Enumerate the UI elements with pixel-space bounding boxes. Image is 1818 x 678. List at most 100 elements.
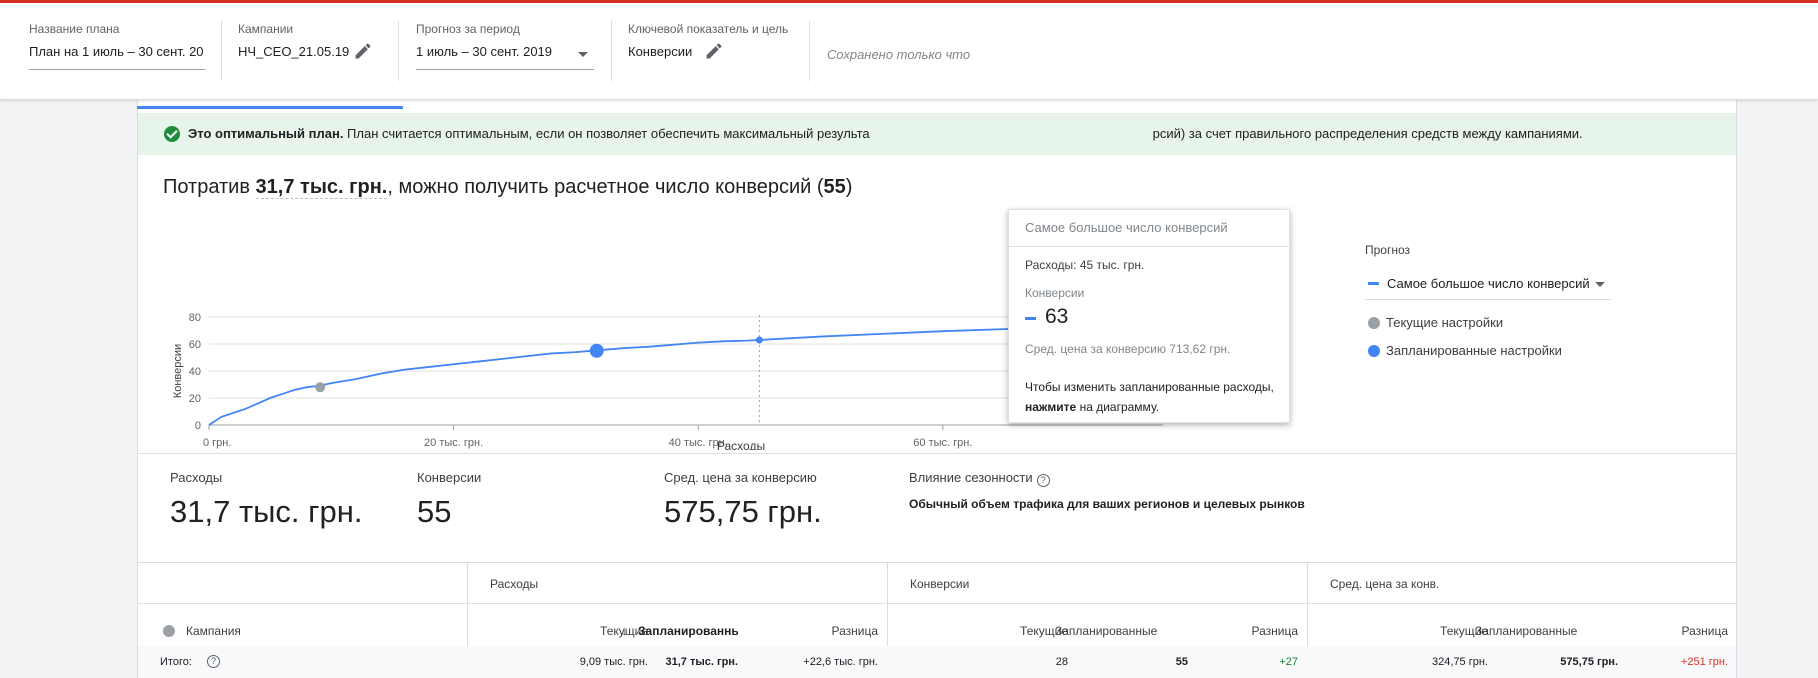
x-tick-label: 0 грн. (203, 437, 231, 449)
period-label: Прогноз за период (416, 22, 520, 36)
plan-name-input[interactable]: План на 1 июль – 30 сент. 20 (29, 44, 205, 59)
legend-planned-label: Запланированные настройки (1386, 343, 1562, 358)
total-conv-planned: 55 (1175, 656, 1188, 668)
legend-item-planned: Запланированные настройки (1368, 343, 1562, 358)
col-campaign-header[interactable]: Кампания (186, 624, 241, 638)
chart-legend: Прогноз Самое большое число конверсий Те… (1365, 243, 1625, 363)
tooltip-conversions-label: Конверсии (1025, 286, 1085, 300)
tooltip-hint: Чтобы изменить запланированные расходы, … (1025, 377, 1275, 417)
col-spend-diff[interactable]: Разница (798, 624, 878, 638)
col-spend-planned[interactable]: Запланированные (638, 624, 738, 638)
total-spend-diff: +22,6 тыс. грн. (803, 656, 878, 668)
tooltip-title: Самое большое число конверсий (1025, 220, 1228, 235)
edit-campaigns-pencil-icon[interactable] (353, 41, 373, 61)
saved-status: Сохранено только что (827, 47, 971, 62)
seasonality-info: Влияние сезонности? Обычный объем трафик… (909, 470, 1305, 511)
plan-name-underline (29, 69, 205, 70)
y-tick-label: 80 (189, 312, 201, 324)
banner-body-tail: рсий) за счет правильного распределения … (1152, 126, 1583, 141)
y-tick-label: 0 (195, 420, 201, 432)
help-icon[interactable]: ? (1036, 474, 1050, 487)
tooltip-hint-bold: нажмите (1025, 400, 1077, 414)
group-cpa-header: Сред. цена за конв. (1330, 577, 1440, 591)
stat-cpa-label: Сред. цена за конверсию (664, 470, 817, 485)
tooltip-hint-prefix: Чтобы изменить запланированные расходы, (1025, 380, 1274, 394)
chevron-down-icon[interactable] (1595, 282, 1605, 287)
y-tick-label: 40 (189, 366, 201, 378)
headline-conversions: 55 (823, 176, 846, 198)
stat-cpa-value: 575,75 грн. (664, 494, 822, 529)
header-divider (611, 21, 612, 81)
check-circle-icon (164, 126, 180, 142)
stat-conversions-label: Конверсии (417, 470, 482, 485)
banner-bold: Это оптимальный план. (188, 126, 344, 141)
stat-cpa: Сред. цена за конверсию 575,75 грн. (664, 470, 822, 530)
y-tick-label: 60 (189, 339, 201, 351)
stat-spend: Расходы 31,7 тыс. грн. (170, 470, 362, 530)
blue-dot-icon (1368, 345, 1380, 357)
tooltip-conversions-value: 63 (1045, 305, 1069, 328)
forecast-headline: Потратив 31,7 тыс. грн., можно получить … (163, 176, 852, 199)
legend-item-current: Текущие настройки (1368, 315, 1503, 330)
kpi-value: Конверсии (628, 44, 693, 59)
total-conv-current: 28 (1055, 656, 1068, 668)
total-label: Итого: (160, 656, 192, 668)
status-dot-icon (163, 625, 175, 637)
headline-middle: , можно получить расчетное число конверс… (387, 176, 824, 198)
sort-arrow-down-icon[interactable]: ↓ (621, 623, 628, 638)
stat-spend-value: 31,7 тыс. грн. (170, 494, 363, 529)
stat-conversions-value: 55 (417, 494, 452, 529)
col-conv-diff[interactable]: Разница (1218, 624, 1298, 638)
help-icon[interactable]: ? (207, 655, 220, 668)
x-tick-label: 20 тыс. грн. (424, 437, 483, 449)
campaign-table: Расходы Конверсии Сред. цена за конв. Ка… (138, 562, 1736, 678)
forecast-type-value: Самое большое число конверсий (1387, 276, 1590, 291)
headline-spend: 31,7 тыс. грн. (255, 176, 388, 199)
header-divider (809, 21, 810, 81)
tooltip-divider (1009, 246, 1291, 247)
plan-card: Это оптимальный план. План считается опт… (137, 100, 1737, 678)
col-spend-current[interactable]: Текущие (568, 624, 648, 638)
total-row: Итого: ? 9,09 тыс. грн. 31,7 тыс. грн. +… (138, 646, 1736, 678)
edit-kpi-pencil-icon[interactable] (704, 41, 724, 61)
total-cpa-current: 324,75 грн. (1432, 656, 1488, 668)
col-cpa-diff[interactable]: Разница (1648, 624, 1728, 638)
group-spend-header: Расходы (490, 577, 539, 591)
col-cpa-planned[interactable]: Запланированные (1475, 624, 1577, 638)
series-line-icon (1368, 282, 1379, 285)
campaigns-field: Кампании НЧ_СЕО_21.05.19 (238, 3, 398, 100)
optimal-plan-banner: Это оптимальный план. План считается опт… (138, 113, 1736, 155)
seasonality-title: Влияние сезонности? (909, 470, 1305, 487)
period-chevron-down-icon[interactable] (578, 52, 588, 57)
x-axis-title: Расходы (717, 439, 765, 450)
legend-current-label: Текущие настройки (1386, 315, 1504, 330)
stat-spend-label: Расходы (170, 470, 223, 485)
banner-text: Это оптимальный план. План считается опт… (188, 126, 1583, 141)
current-settings-point[interactable] (315, 382, 326, 393)
campaigns-value: НЧ_СЕО_21.05.19 (238, 44, 350, 59)
active-tab-indicator (137, 106, 403, 109)
grey-dot-icon (1368, 317, 1380, 329)
period-value: 1 июль – 30 сент. 2019 (416, 44, 553, 59)
seasonality-description: Обычный объем трафика для ваших регионов… (909, 497, 1305, 511)
period-select[interactable]: Прогноз за период 1 июль – 30 сент. 2019 (416, 3, 596, 100)
row-divider (138, 603, 1736, 604)
kpi-label: Ключевой показатель и цель (628, 22, 789, 36)
col-conv-planned[interactable]: Запланированные (1055, 624, 1157, 638)
campaigns-label: Кампании (238, 22, 294, 36)
plan-name-field[interactable]: Название плана План на 1 июль – 30 сент.… (29, 3, 209, 100)
tooltip-spend: Расходы: 45 тыс. грн. (1025, 258, 1145, 272)
hover-point[interactable] (755, 336, 763, 344)
headline-suffix: ) (845, 176, 853, 198)
header-divider (221, 21, 222, 81)
planned-settings-point[interactable] (589, 343, 604, 358)
forecast-type-dropdown[interactable]: Самое большое число конверсий (1365, 270, 1611, 300)
series-line-icon (1025, 317, 1036, 320)
y-axis-title: Конверсии (172, 344, 184, 398)
total-cpa-diff: +251 грн. (1680, 656, 1728, 668)
section-divider (138, 453, 1736, 454)
plan-name-label: Название плана (29, 22, 120, 36)
plan-header: Название плана План на 1 июль – 30 сент.… (0, 3, 1818, 100)
total-conv-diff: +27 (1279, 656, 1298, 668)
total-spend-planned: 31,7 тыс. грн. (665, 656, 738, 668)
